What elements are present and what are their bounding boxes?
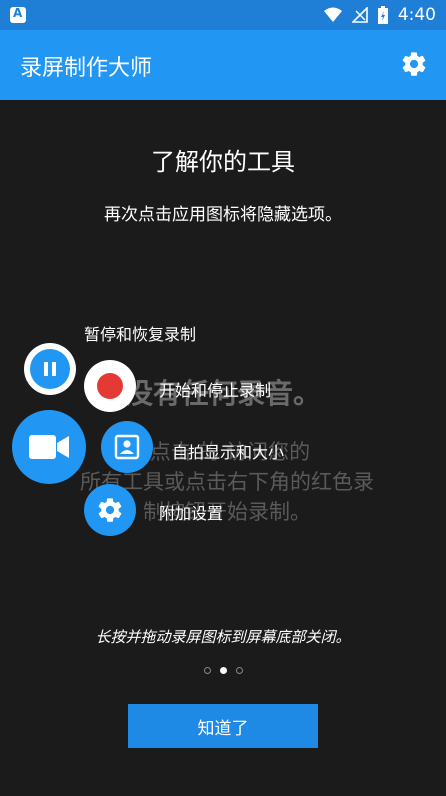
record-icon bbox=[97, 373, 123, 399]
gear-icon bbox=[98, 498, 122, 522]
pause-label: 暂停和恢复录制 bbox=[84, 325, 197, 344]
pause-icon bbox=[30, 349, 70, 389]
page-dot bbox=[235, 667, 243, 674]
portrait-icon bbox=[114, 434, 140, 460]
battery-icon bbox=[377, 6, 388, 24]
gear-icon[interactable] bbox=[400, 50, 428, 78]
wifi-icon bbox=[323, 7, 342, 22]
page-dot-active bbox=[219, 667, 227, 674]
page-dot bbox=[203, 667, 211, 674]
record-button[interactable] bbox=[84, 360, 136, 412]
app-a-icon bbox=[10, 6, 26, 23]
status-time: 4:40 bbox=[397, 5, 436, 25]
got-it-button[interactable]: 知道了 bbox=[128, 704, 318, 748]
page-indicator bbox=[0, 667, 446, 674]
record-label: 开始和停止录制 bbox=[159, 381, 272, 400]
selfie-button[interactable] bbox=[101, 421, 153, 473]
app-bar: 录屏制作大师 bbox=[0, 30, 446, 100]
close-hint: 长按并拖动录屏图标到屏幕底部关闭。 bbox=[95, 628, 351, 646]
app-title: 录屏制作大师 bbox=[20, 56, 153, 81]
status-icons: 4:40 bbox=[323, 0, 436, 30]
pause-button[interactable] bbox=[24, 343, 76, 395]
selfie-label: 自拍显示和大小 bbox=[172, 443, 285, 462]
tutorial-title: 了解你的工具 bbox=[151, 148, 295, 176]
settings-label: 附加设置 bbox=[159, 504, 224, 523]
tutorial-subtitle: 再次点击应用图标将隐藏选项。 bbox=[104, 205, 342, 225]
status-bar: 4:40 bbox=[0, 0, 446, 30]
video-camera-icon bbox=[29, 435, 69, 459]
extra-settings-button[interactable] bbox=[84, 484, 136, 536]
floating-recorder-button[interactable] bbox=[12, 410, 86, 484]
signal-icon bbox=[351, 7, 368, 23]
